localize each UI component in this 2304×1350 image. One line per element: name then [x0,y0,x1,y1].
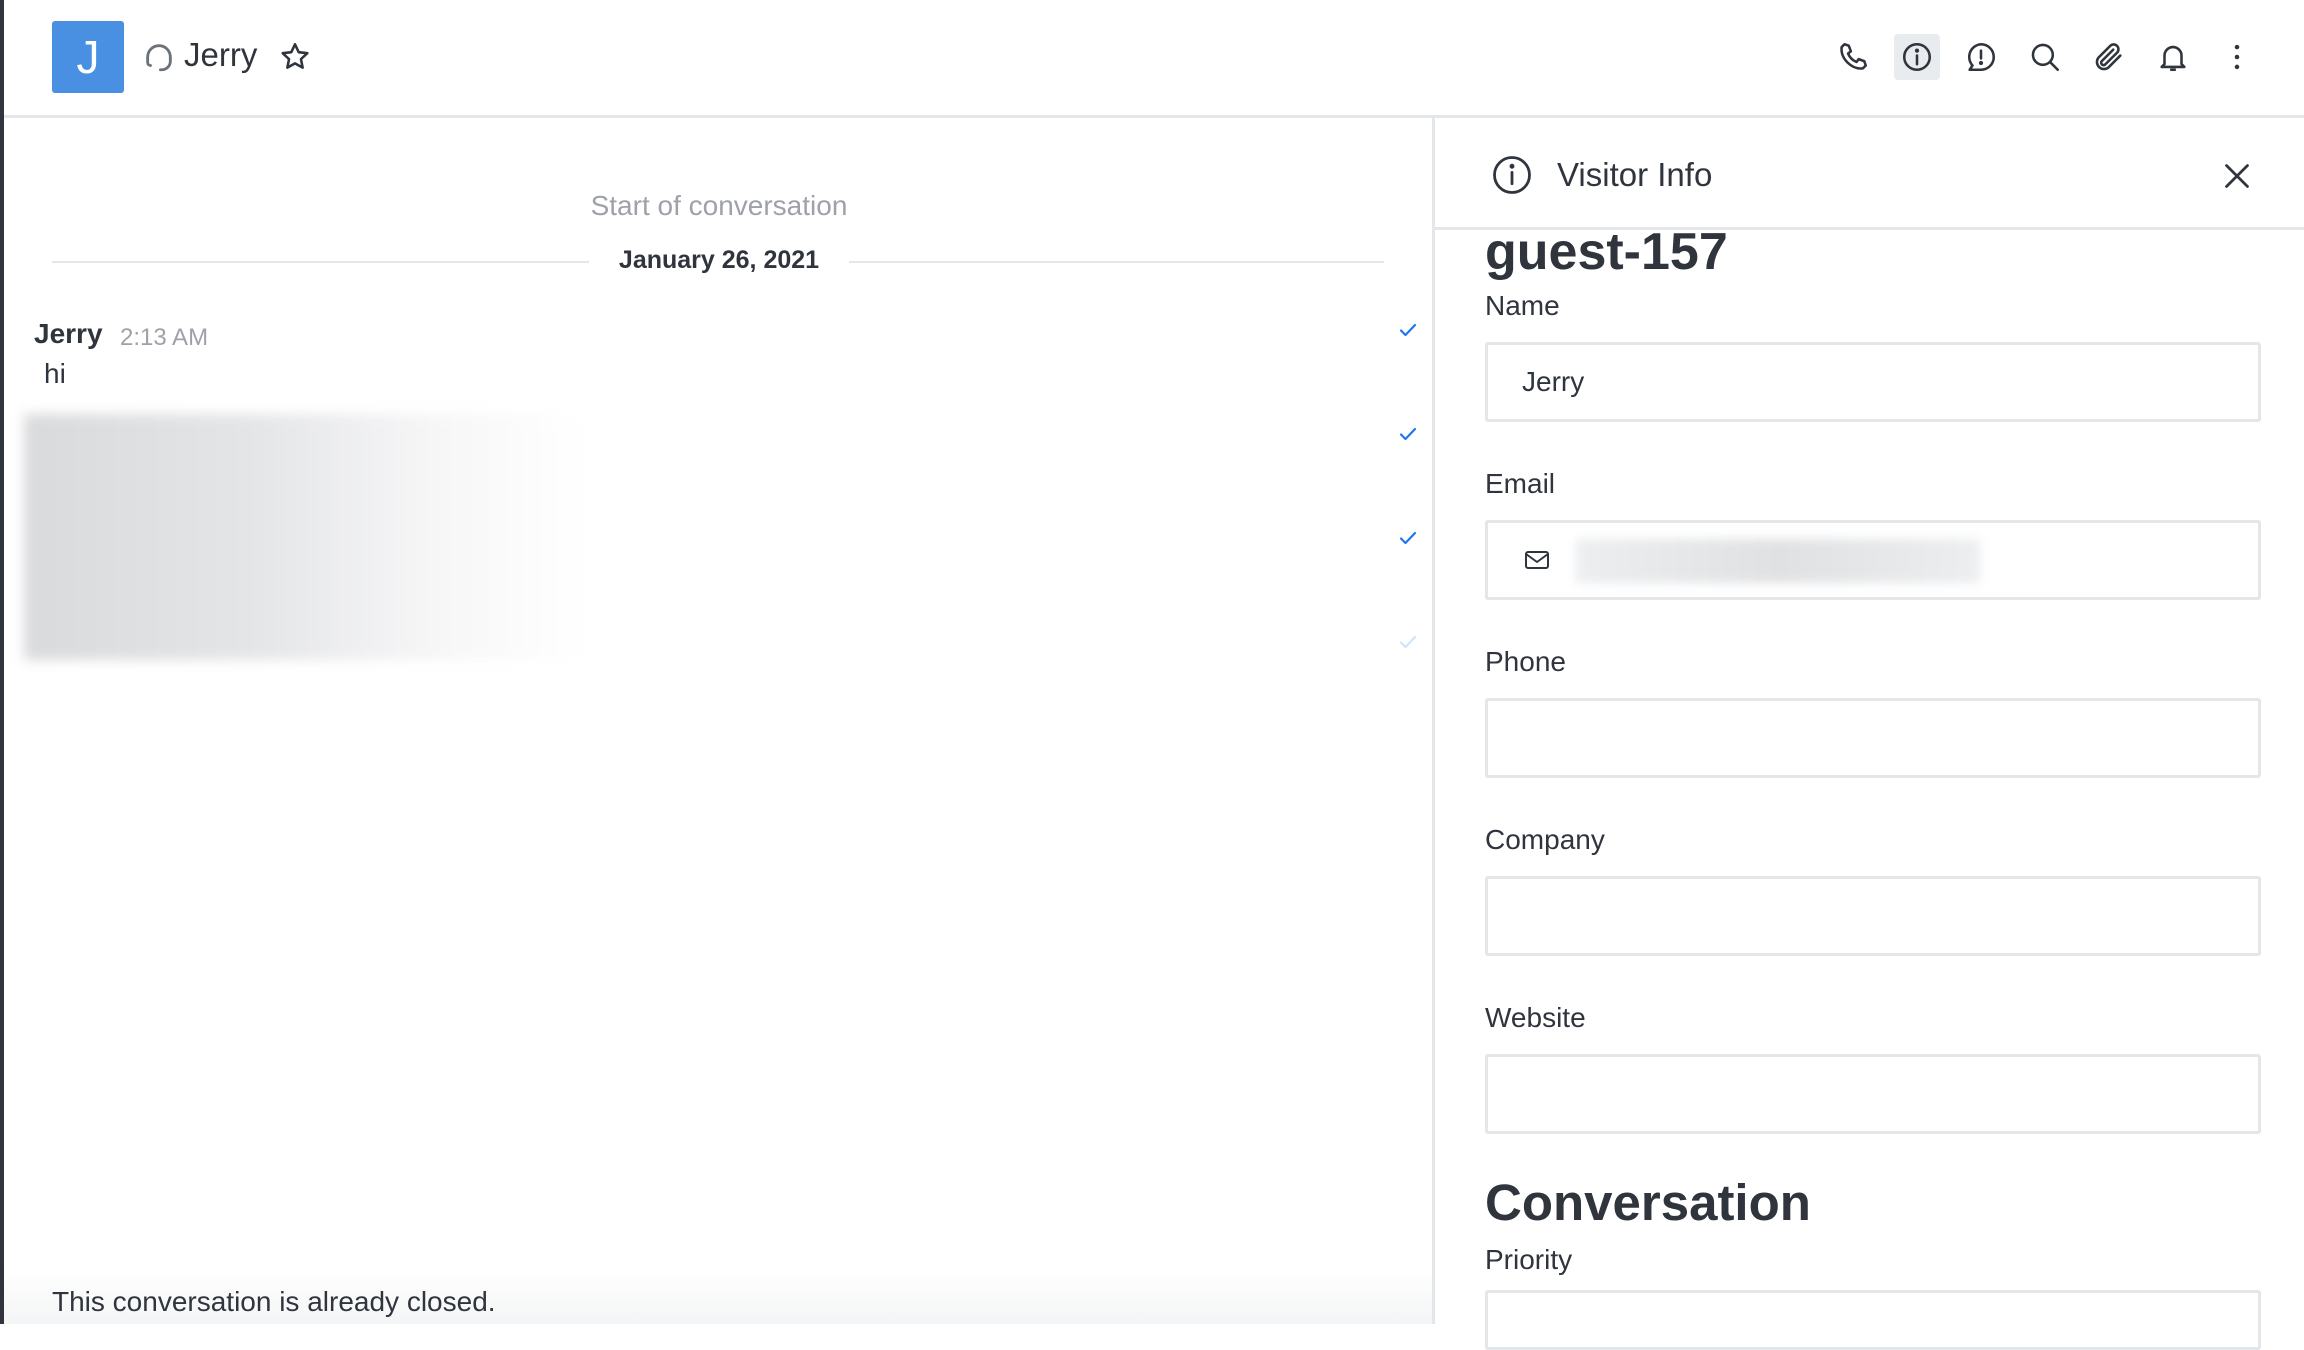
conversation-closed-notice: This conversation is already closed. [52,1286,496,1317]
website-label: Website [1485,1002,1586,1033]
call-button[interactable] [1830,34,1876,80]
date-label: January 26, 2021 [588,246,850,274]
search-button[interactable] [2022,34,2068,80]
priority-label: Priority [1485,1244,1573,1275]
star-icon[interactable] [278,40,312,74]
name-field[interactable] [1485,342,2261,422]
read-check-icon [1399,531,1417,545]
search-icon [2031,43,2060,72]
email-label: Email [1485,468,1556,499]
redacted-messages [24,414,584,660]
close-icon[interactable] [2219,158,2255,194]
visitor-info-panel: Visitor Info guest-157 Name Email Phone … [1435,118,2304,1350]
visitor-info-button[interactable] [1894,34,1940,80]
kebab-menu-icon [2234,44,2240,70]
info-icon [1493,156,1531,194]
attachment-icon [2095,43,2122,71]
conversation-start-label: Start of conversation [590,190,848,221]
visitor-username: guest-157 [1485,223,1728,281]
mail-icon [1525,551,1549,569]
read-check-icon [1399,427,1417,441]
room-name: Jerry [184,36,258,73]
info-icon [1902,42,1932,72]
email-field[interactable] [1485,520,2261,600]
company-label: Company [1485,824,1605,855]
name-label: Name [1485,290,1560,321]
notifications-button[interactable] [2150,34,2196,80]
message-text: hi [44,358,66,389]
bell-icon [2160,45,2186,72]
files-button[interactable] [2086,34,2132,80]
phone-field[interactable] [1485,698,2261,778]
more-options-button[interactable] [2214,34,2260,80]
redacted-email [1576,539,1980,583]
website-field[interactable] [1485,1054,2261,1134]
priority-select[interactable] [1485,1290,2261,1350]
company-field[interactable] [1485,876,2261,956]
avatar[interactable]: J [52,21,124,93]
panel-header: Visitor Info [1435,118,2304,230]
discussion-button[interactable] [1958,34,2004,80]
phone-label: Phone [1485,646,1566,677]
message-timestamp: 2:13 AM [120,324,209,351]
read-check-icon [1399,635,1417,649]
message-author[interactable]: Jerry [34,318,103,350]
discussion-icon [1967,42,1996,72]
headset-icon [146,44,172,72]
read-check-icon [1399,323,1417,337]
phone-icon [1840,42,1868,70]
conversation-section-title: Conversation [1485,1174,1811,1231]
room-header: J Jerry [4,0,2304,118]
message-list[interactable]: Start of conversation January 26, 2021 J… [4,118,1434,1324]
panel-title: Visitor Info [1557,156,1713,193]
